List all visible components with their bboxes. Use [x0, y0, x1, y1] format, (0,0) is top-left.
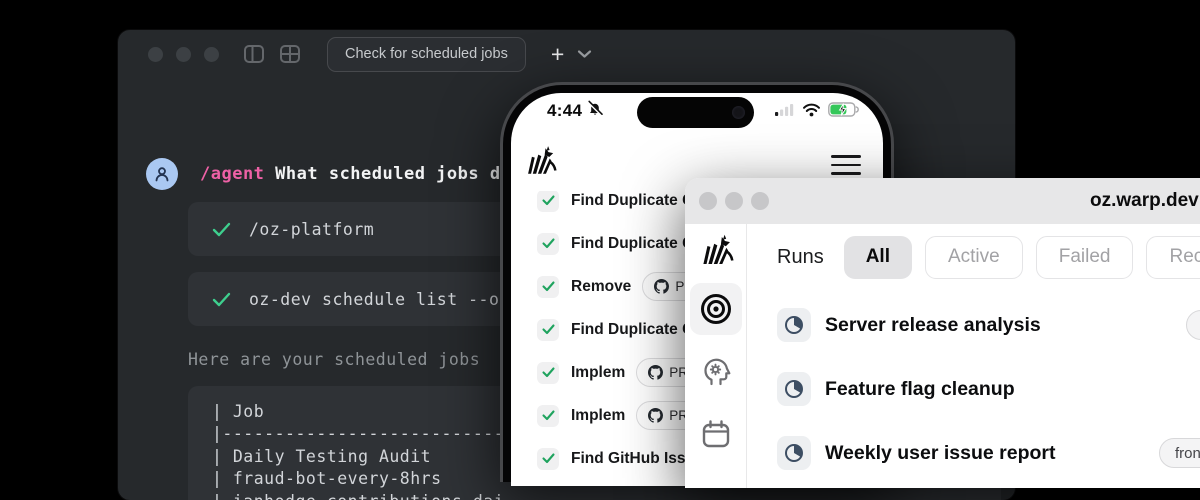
task-label: Implem — [571, 363, 626, 381]
agent-command-line: /agent What scheduled jobs do — [200, 164, 511, 184]
terminal-tab-title: Check for scheduled jobs — [345, 46, 508, 62]
sidebar-item-runs[interactable] — [689, 283, 742, 335]
check-icon — [212, 222, 231, 237]
filter-chip-recurring[interactable]: Recurring — [1146, 235, 1200, 279]
terminal-tab[interactable]: Check for scheduled jobs — [327, 36, 526, 72]
battery-charging-icon — [828, 102, 859, 122]
task-check-icon — [537, 404, 559, 427]
filter-chip-active[interactable]: Active — [924, 235, 1023, 279]
minimize-window-button[interactable] — [725, 192, 743, 210]
tab-dropdown-chevron-icon[interactable] — [577, 49, 592, 59]
env-badge: frontier-env — [1159, 438, 1200, 468]
filter-chip-failed[interactable]: Failed — [1035, 235, 1134, 279]
task-check-icon — [537, 447, 559, 470]
runs-panel: Runs All Active Failed Recurring Server … — [747, 224, 1200, 488]
agent-command-prefix: /agent — [200, 164, 265, 184]
warp-logo — [698, 234, 734, 272]
runs-nav-label: Runs — [777, 245, 824, 268]
cellular-signal-icon — [775, 103, 795, 121]
terminal-titlebar: Check for scheduled jobs + — [118, 30, 1015, 78]
sidebar-item-schedule[interactable] — [690, 409, 742, 461]
menu-hamburger-icon[interactable] — [831, 155, 861, 175]
dynamic-island — [637, 97, 754, 128]
close-window-button[interactable] — [148, 46, 163, 62]
env-badge: frontier-e — [1186, 310, 1200, 340]
grid-layout-icon[interactable] — [279, 43, 301, 65]
task-check-icon — [537, 318, 559, 341]
command-block-text: oz-dev schedule list --o — [249, 289, 500, 309]
run-row[interactable]: Feature flag cleanup frontier — [777, 357, 1200, 421]
check-icon — [212, 292, 231, 307]
wifi-icon — [802, 103, 821, 122]
mind-gear-icon — [703, 358, 730, 386]
run-row[interactable]: Server release analysis frontier-e — [777, 293, 1200, 357]
run-status-pie-icon — [777, 308, 811, 342]
calendar-icon — [702, 420, 729, 448]
app-sidebar — [685, 224, 747, 488]
front-camera — [732, 106, 745, 119]
run-status-pie-icon — [777, 436, 811, 470]
browser-traffic-lights — [699, 192, 769, 210]
close-window-button[interactable] — [699, 192, 717, 210]
run-title: Feature flag cleanup — [825, 377, 1015, 400]
mute-bell-icon — [587, 100, 604, 121]
phone-clock: 4:44 — [547, 100, 583, 120]
task-check-icon — [537, 232, 559, 255]
agent-response-text: Here are your scheduled jobs — [188, 350, 481, 369]
target-icon — [700, 294, 731, 324]
run-status-pie-icon — [777, 372, 811, 406]
address-bar-url[interactable]: oz.warp.dev — [1090, 190, 1199, 212]
sidebar-item-agents[interactable] — [690, 346, 742, 398]
agent-command-text: What scheduled jobs do — [264, 164, 512, 184]
github-icon — [648, 365, 664, 380]
runs-list: Server release analysis frontier-e Featu… — [777, 293, 1200, 485]
task-label: Remove — [571, 277, 632, 295]
split-pane-icon[interactable] — [243, 43, 265, 65]
warp-logo — [523, 145, 557, 182]
task-check-icon — [537, 275, 559, 298]
traffic-lights — [148, 46, 219, 62]
task-check-icon — [537, 191, 559, 212]
run-row[interactable]: Weekly user issue report frontier-env — [777, 421, 1200, 485]
github-icon — [648, 408, 664, 423]
task-check-icon — [537, 361, 559, 384]
phone-statusbar: 4:44 — [511, 93, 883, 133]
filter-row: Runs All Active Failed Recurring — [777, 234, 1200, 280]
run-title: Server release analysis — [825, 313, 1041, 336]
task-label: Implem — [571, 406, 626, 424]
new-tab-button[interactable]: + — [551, 42, 564, 66]
browser-titlebar: oz.warp.dev — [685, 178, 1200, 224]
run-title: Weekly user issue report — [825, 441, 1056, 464]
zoom-window-button[interactable] — [204, 46, 219, 62]
user-avatar — [146, 158, 178, 190]
jobs-table-row: | ianhodge-contributions-dai — [212, 491, 977, 500]
filter-chip-all[interactable]: All — [843, 235, 912, 279]
zoom-window-button[interactable] — [751, 192, 769, 210]
minimize-window-button[interactable] — [176, 46, 191, 62]
command-block-text: /oz-platform — [249, 219, 375, 239]
browser-window: oz.warp.dev Runs All Active Failed Recu — [685, 178, 1200, 488]
github-icon — [654, 279, 670, 294]
